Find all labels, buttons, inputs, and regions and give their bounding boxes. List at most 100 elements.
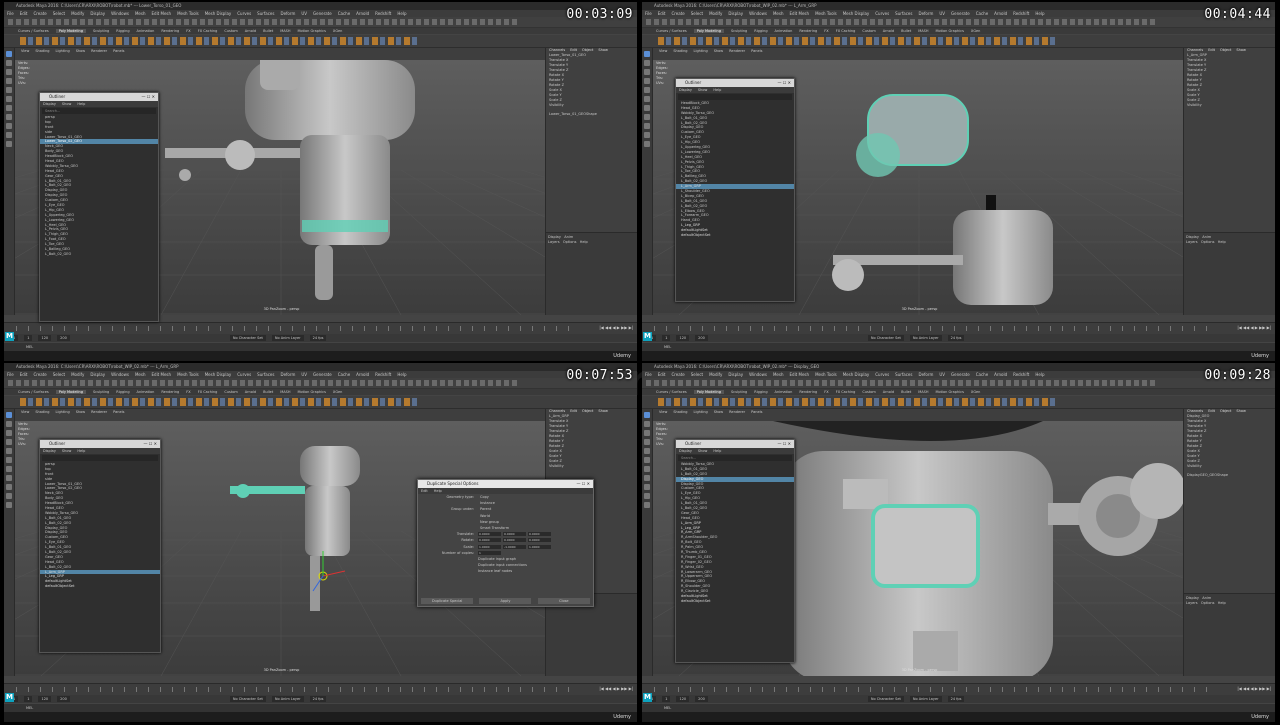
layout-four-icon[interactable] (6, 123, 12, 129)
channel-tab-edit[interactable]: Edit (1208, 48, 1215, 52)
menu-edit-mesh[interactable]: Edit Mesh (152, 372, 172, 377)
panel-menu-lighting[interactable]: Lighting (694, 410, 708, 414)
layout-single-icon[interactable] (644, 475, 650, 481)
shelf-tab-fx-caching[interactable]: FX Caching (836, 390, 856, 394)
menu-uv[interactable]: UV (301, 11, 307, 16)
channel-tab-show[interactable]: Show (598, 409, 607, 413)
range-field-character[interactable]: No Character Set (867, 696, 904, 702)
shelf-tab-curves-surfaces[interactable]: Curves / Surfaces (656, 29, 687, 33)
menu-curves[interactable]: Curves (237, 372, 251, 377)
channel-tab-object[interactable]: Object (582, 48, 593, 52)
range-field-fps[interactable]: 24 fps (947, 696, 965, 702)
dialog-scale-field[interactable]: 1.0000 (528, 544, 551, 549)
panel-menu-shading[interactable]: Shading (35, 49, 49, 53)
shelf-tab-sculpting[interactable]: Sculpting (93, 29, 109, 33)
shelf-tab-arnold[interactable]: Arnold (245, 29, 256, 33)
shelf-tab-motion-graphics[interactable]: Motion Graphics (297, 29, 325, 33)
panel-menu-panels[interactable]: Panels (113, 49, 124, 53)
command-line[interactable]: MEL (642, 343, 1275, 351)
shelf-tab-fx[interactable]: FX (824, 29, 828, 33)
rotate-tool-icon[interactable] (6, 87, 12, 93)
menu-edit[interactable]: Edit (658, 372, 666, 377)
menu-help[interactable]: Help (397, 11, 406, 16)
playback-controls[interactable]: |◀ ◀◀ ◀ ▶ ▶▶ ▶| (599, 686, 633, 691)
menu-display[interactable]: Display (90, 372, 105, 377)
panel-menu-renderer[interactable]: Renderer (91, 410, 107, 414)
outliner-menu-help[interactable]: Help (713, 449, 721, 453)
lasso-tool-icon[interactable] (644, 60, 650, 66)
menu-redshift[interactable]: Redshift (1013, 11, 1029, 16)
shelf-tab-arnold[interactable]: Arnold (245, 390, 256, 394)
shelf-tab-curves-surfaces[interactable]: Curves / Surfaces (18, 390, 49, 394)
channel-tab-object[interactable]: Object (582, 409, 593, 413)
dialog-translate-field[interactable]: 0.0000 (528, 532, 551, 537)
outliner-search-field[interactable]: Search... (678, 455, 792, 461)
shelf-tab-poly-modeling[interactable]: Poly Modeling (693, 29, 724, 33)
shelf-tab-rigging[interactable]: Rigging (116, 390, 129, 394)
range-field-start[interactable]: 1 (24, 335, 33, 341)
dialog-checkbox[interactable]: Duplicate input connections (478, 562, 527, 568)
outliner-search-field[interactable]: Search... (42, 108, 156, 114)
command-line[interactable]: MEL (4, 704, 637, 712)
menu-mesh-tools[interactable]: Mesh Tools (815, 11, 837, 16)
menu-mesh[interactable]: Mesh (135, 372, 146, 377)
menu-select[interactable]: Select (691, 11, 703, 16)
menu-arnold[interactable]: Arnold (994, 372, 1007, 377)
layout-outliner-icon[interactable] (6, 141, 12, 147)
shelf-tab-xgen[interactable]: XGen (333, 29, 342, 33)
menu-mesh-tools[interactable]: Mesh Tools (815, 372, 837, 377)
layout-single-icon[interactable] (6, 114, 12, 120)
panel-menu-view[interactable]: View (659, 410, 667, 414)
panel-menu-lighting[interactable]: Lighting (56, 49, 70, 53)
rotate-tool-icon[interactable] (6, 448, 12, 454)
menu-cache[interactable]: Cache (338, 11, 350, 16)
range-field-character[interactable]: No Character Set (229, 335, 266, 341)
menu-help[interactable]: Help (397, 372, 406, 377)
menu-curves[interactable]: Curves (237, 11, 251, 16)
dialog-radio-option[interactable]: New group (478, 519, 499, 525)
outliner-search-field[interactable] (678, 94, 792, 100)
outliner-title-bar[interactable]: Outliner (676, 440, 794, 448)
menu-deform[interactable]: Deform (918, 11, 933, 16)
layout-side-icon[interactable] (644, 493, 650, 499)
layout-outliner-icon[interactable] (644, 502, 650, 508)
menu-display[interactable]: Display (728, 372, 743, 377)
shelf-tab-bullet[interactable]: Bullet (901, 390, 911, 394)
shelf-tab-curves-surfaces[interactable]: Curves / Surfaces (18, 29, 49, 33)
playback-controls[interactable]: |◀ ◀◀ ◀ ▶ ▶▶ ▶| (1237, 686, 1271, 691)
shelf-tab-mash[interactable]: MASH (918, 390, 928, 394)
channel-tab-edit[interactable]: Edit (1208, 409, 1215, 413)
panel-menu-shading[interactable]: Shading (673, 410, 687, 414)
range-field-anim-end[interactable]: 200 (695, 335, 708, 341)
scale-tool-icon[interactable] (6, 457, 12, 463)
select-tool-icon[interactable] (644, 412, 650, 418)
menu-mesh[interactable]: Mesh (135, 11, 146, 16)
menu-create[interactable]: Create (671, 372, 684, 377)
command-line[interactable]: MEL (4, 343, 637, 351)
paint-select-icon[interactable] (644, 430, 650, 436)
outliner-item[interactable]: defaultObjectSet (676, 233, 794, 238)
menu-deform[interactable]: Deform (280, 11, 295, 16)
shelf-tab-poly-modeling[interactable]: Poly Modeling (693, 390, 724, 394)
outliner-item[interactable]: defaultObjectSet (676, 599, 794, 604)
dialog-checkbox[interactable]: Duplicate input graph (478, 556, 516, 562)
range-field-fps[interactable]: 24 fps (309, 696, 327, 702)
shelf-tab-fx[interactable]: FX (824, 390, 828, 394)
menu-select[interactable]: Select (53, 372, 65, 377)
outliner-title-bar[interactable]: Outliner (40, 93, 158, 101)
menu-edit-mesh[interactable]: Edit Mesh (152, 11, 172, 16)
menu-create[interactable]: Create (671, 11, 684, 16)
menu-cache[interactable]: Cache (338, 372, 350, 377)
menu-edit[interactable]: Edit (658, 11, 666, 16)
menu-uv[interactable]: UV (301, 372, 307, 377)
menu-curves[interactable]: Curves (875, 11, 889, 16)
panel-menu-panels[interactable]: Panels (113, 410, 124, 414)
layout-four-icon[interactable] (644, 123, 650, 129)
menu-mesh[interactable]: Mesh (773, 372, 784, 377)
dialog-radio-option[interactable]: Copy (478, 494, 489, 500)
shelf-tab-animation[interactable]: Animation (775, 29, 793, 33)
shelf-tool-icons[interactable] (658, 398, 1058, 406)
outliner-item[interactable]: defaultObjectSet (40, 584, 160, 589)
channel-attr-row[interactable]: Visibility (549, 103, 637, 108)
shelf-tab-xgen[interactable]: XGen (333, 390, 342, 394)
